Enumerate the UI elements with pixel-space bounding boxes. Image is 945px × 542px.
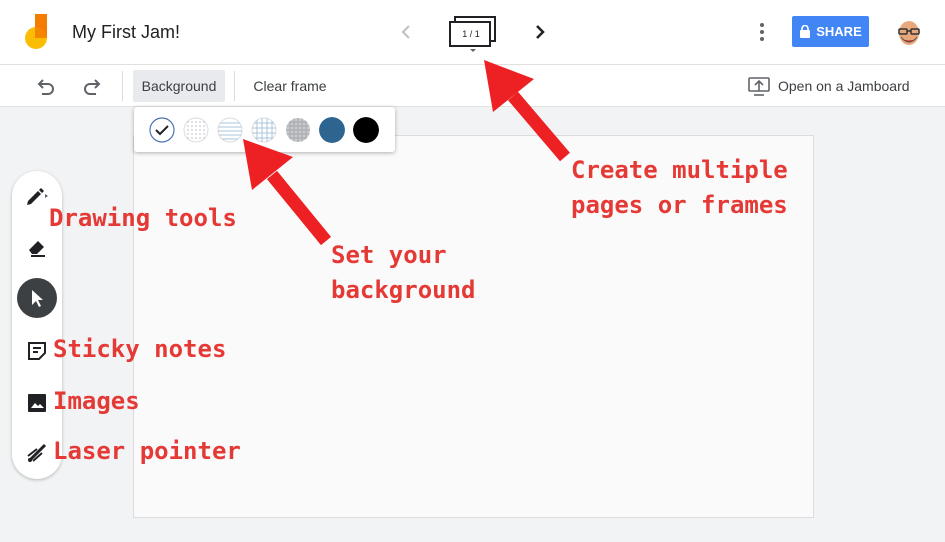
arrow-to-background-picker: [243, 139, 332, 246]
annotation-arrows: [243, 60, 570, 246]
arrow-to-frame-indicator: [484, 60, 570, 162]
